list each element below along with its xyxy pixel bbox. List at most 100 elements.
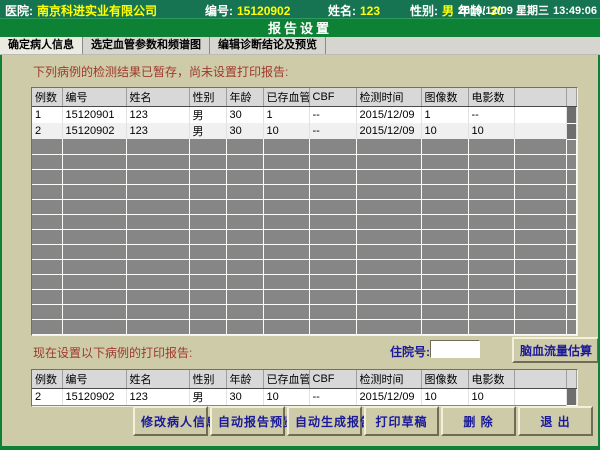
column-header: 性别	[189, 370, 226, 389]
row-indicator-header	[567, 370, 577, 389]
empty-cell	[62, 319, 126, 334]
empty-cell	[126, 154, 189, 169]
empty-cell	[567, 244, 577, 259]
current-cases-table: 例数编号姓名性别年龄已存血管...CBF检测时间图像数电影数2151209021…	[32, 370, 577, 406]
table-cell[interactable]: --	[309, 389, 356, 406]
table-cell[interactable]: 2015/12/09	[356, 123, 421, 139]
table-cell[interactable]: 15120902	[62, 123, 126, 139]
empty-row	[32, 169, 577, 184]
table-cell[interactable]: 1	[32, 107, 62, 124]
empty-cell	[62, 274, 126, 289]
empty-cell	[356, 199, 421, 214]
empty-cell	[567, 184, 577, 199]
table-row[interactable]: 215120902123男3010--2015/12/091010	[32, 123, 577, 139]
empty-cell	[32, 199, 62, 214]
table-cell[interactable]: 2	[32, 123, 62, 139]
table-cell[interactable]: 1	[421, 107, 468, 124]
table-cell[interactable]: 男	[189, 107, 226, 124]
empty-cell	[356, 319, 421, 334]
empty-cell	[126, 184, 189, 199]
row-indicator	[567, 389, 577, 406]
cbf-estimate-button[interactable]: 脑血流量估算	[512, 337, 598, 363]
admission-number-input[interactable]	[430, 340, 480, 358]
empty-cell	[226, 274, 263, 289]
date-value: 2015/12/09 星期三	[458, 2, 549, 18]
table-cell[interactable]: 123	[126, 389, 189, 406]
empty-cell	[356, 289, 421, 304]
auto-generate-report-button[interactable]: 自动生成报告	[287, 406, 362, 436]
empty-cell	[356, 139, 421, 154]
empty-cell	[421, 244, 468, 259]
empty-cell	[189, 289, 226, 304]
table-cell-blank[interactable]	[514, 389, 567, 406]
table-cell[interactable]: 2	[32, 389, 62, 406]
tab-edit-diagnosis-preview[interactable]: 编辑诊断结论及预览	[210, 37, 326, 54]
empty-cell	[514, 304, 567, 319]
table-cell[interactable]: 30	[226, 389, 263, 406]
empty-cell	[32, 319, 62, 334]
table-cell[interactable]: --	[309, 107, 356, 124]
empty-cell	[309, 214, 356, 229]
empty-cell	[356, 184, 421, 199]
table-row[interactable]: 115120901123男301--2015/12/091--	[32, 107, 577, 124]
table-cell[interactable]: --	[468, 107, 514, 124]
table-cell[interactable]: 2015/12/09	[356, 389, 421, 406]
empty-cell	[226, 319, 263, 334]
empty-cell	[189, 259, 226, 274]
table-cell-blank[interactable]	[514, 107, 567, 124]
empty-cell	[263, 244, 309, 259]
table-cell[interactable]: 123	[126, 123, 189, 139]
column-header: 图像数	[421, 370, 468, 389]
patient-id-value: 15120902	[237, 4, 290, 18]
empty-cell	[356, 244, 421, 259]
column-header: 年龄	[226, 370, 263, 389]
empty-cell	[62, 259, 126, 274]
table-cell-blank[interactable]	[514, 123, 567, 139]
patient-gender-label: 性别:	[410, 2, 438, 19]
print-draft-button[interactable]: 打印草稿	[364, 406, 439, 436]
table-cell[interactable]: 10	[421, 123, 468, 139]
modify-patient-info-button[interactable]: 修改病人信息	[133, 406, 208, 436]
table-cell[interactable]: --	[309, 123, 356, 139]
time-value: 13:49:06	[553, 5, 597, 17]
table-cell[interactable]: 10	[468, 123, 514, 139]
tab-confirm-patient-info[interactable]: 确定病人信息	[0, 37, 83, 54]
empty-row	[32, 229, 577, 244]
table-cell[interactable]: 15120902	[62, 389, 126, 406]
tab-vessel-params-spectrum[interactable]: 选定血管参数和频谱图	[83, 37, 210, 54]
empty-cell	[567, 139, 577, 154]
table-cell[interactable]: 10	[468, 389, 514, 406]
table-cell[interactable]: 30	[226, 123, 263, 139]
column-header: 编号	[62, 370, 126, 389]
empty-cell	[356, 169, 421, 184]
action-button-row: 修改病人信息自动报告预览自动生成报告打印草稿删 除退 出	[133, 406, 593, 436]
empty-cell	[226, 199, 263, 214]
empty-cell	[421, 154, 468, 169]
empty-cell	[226, 289, 263, 304]
empty-cell	[189, 154, 226, 169]
table-cell[interactable]: 30	[226, 107, 263, 124]
delete-button[interactable]: 删 除	[441, 406, 516, 436]
table-cell[interactable]: 10	[421, 389, 468, 406]
empty-cell	[62, 304, 126, 319]
table-cell[interactable]: 男	[189, 389, 226, 406]
auto-report-preview-button[interactable]: 自动报告预览	[210, 406, 285, 436]
column-header: 姓名	[126, 370, 189, 389]
empty-cell	[32, 229, 62, 244]
table-cell[interactable]: 10	[263, 389, 309, 406]
table-cell[interactable]: 2015/12/09	[356, 107, 421, 124]
empty-cell	[421, 199, 468, 214]
table-cell[interactable]: 10	[263, 123, 309, 139]
table-cell[interactable]: 15120901	[62, 107, 126, 124]
exit-button[interactable]: 退 出	[518, 406, 593, 436]
empty-cell	[514, 244, 567, 259]
admission-number-label: 住院号:	[390, 343, 430, 360]
column-header: 例数	[32, 88, 62, 107]
empty-cell	[32, 244, 62, 259]
patient-id-field: 编号: 15120902	[205, 2, 290, 19]
table-cell[interactable]: 123	[126, 107, 189, 124]
empty-cell	[263, 274, 309, 289]
table-cell[interactable]: 1	[263, 107, 309, 124]
table-cell[interactable]: 男	[189, 123, 226, 139]
table-row[interactable]: 215120902123男3010--2015/12/091010	[32, 389, 577, 406]
